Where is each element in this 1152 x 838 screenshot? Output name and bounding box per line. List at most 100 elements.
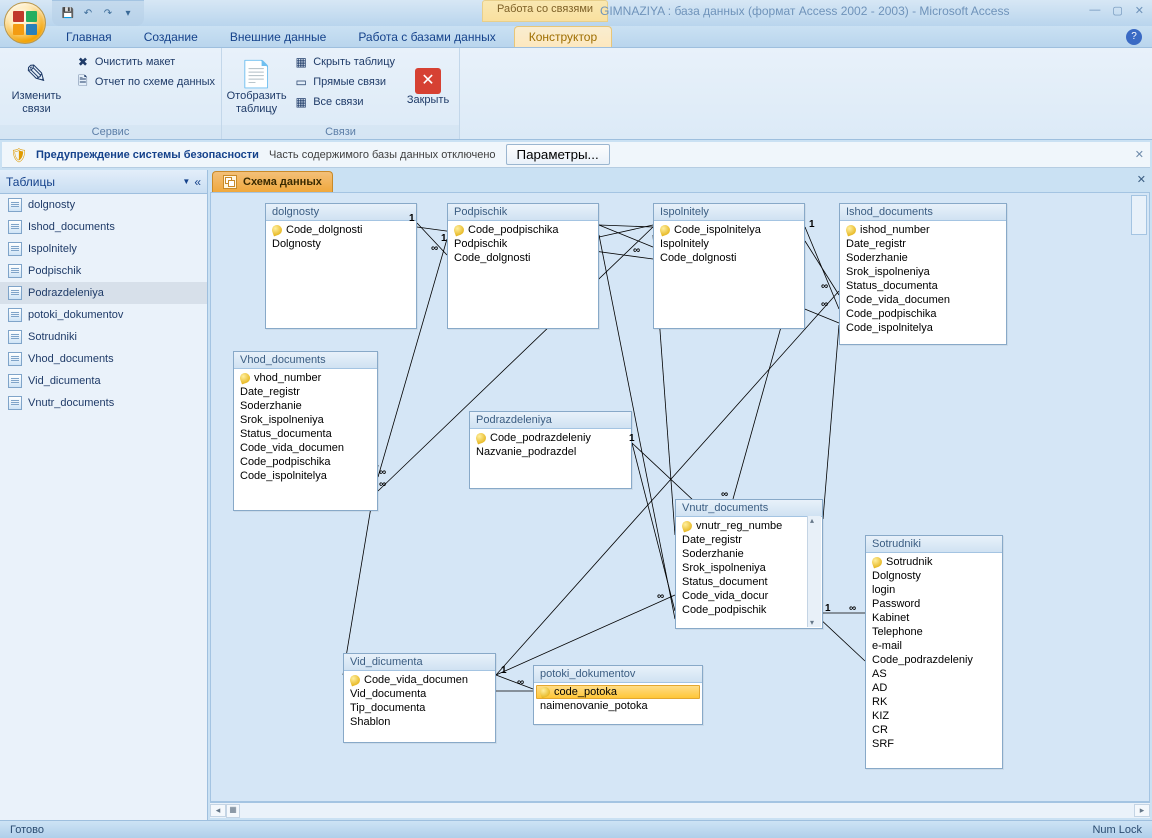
- table-field[interactable]: ishod_number: [842, 223, 1004, 237]
- table-field[interactable]: Status_document: [678, 575, 820, 589]
- table-field[interactable]: Code_podpischik: [678, 603, 820, 617]
- table-field[interactable]: CR: [868, 723, 1000, 737]
- table-field[interactable]: KIZ: [868, 709, 1000, 723]
- table-title[interactable]: Ishod_documents: [840, 204, 1006, 221]
- table-field[interactable]: AD: [868, 681, 1000, 695]
- table-field[interactable]: Soderzhanie: [842, 251, 1004, 265]
- nav-table-item[interactable]: Vid_dicumenta: [0, 370, 207, 392]
- table-field[interactable]: Code_vida_docur: [678, 589, 820, 603]
- table-field[interactable]: login: [868, 583, 1000, 597]
- table-field[interactable]: Dolgnosty: [868, 569, 1000, 583]
- table-field[interactable]: Date_registr: [678, 533, 820, 547]
- table-field[interactable]: SRF: [868, 737, 1000, 751]
- table-title[interactable]: Sotrudniki: [866, 536, 1002, 553]
- table-field[interactable]: code_potoka: [536, 685, 700, 699]
- table-title[interactable]: Podpischik: [448, 204, 598, 221]
- nav-table-item[interactable]: dolgnosty: [0, 194, 207, 216]
- nav-table-item[interactable]: Vhod_documents: [0, 348, 207, 370]
- table-field[interactable]: Code_dolgnosti: [268, 223, 414, 237]
- ribbon-tab-4[interactable]: Конструктор: [514, 26, 612, 47]
- hide-table-button[interactable]: ▦ Скрыть таблицу: [293, 54, 395, 70]
- office-button[interactable]: [4, 2, 46, 44]
- table-dolgnosty[interactable]: dolgnosty Code_dolgnostiDolgnosty: [265, 203, 417, 329]
- table-field[interactable]: Podpischik: [450, 237, 596, 251]
- show-table-button[interactable]: 📄 Отобразить таблицу: [224, 50, 289, 123]
- table-field[interactable]: Password: [868, 597, 1000, 611]
- table-field[interactable]: Soderzhanie: [678, 547, 820, 561]
- table-Vhod_documents[interactable]: Vhod_documents vhod_numberDate_registrSod…: [233, 351, 378, 511]
- table-field[interactable]: Nazvanie_podrazdel: [472, 445, 629, 459]
- table-field[interactable]: Code_podrazdeleniy: [472, 431, 629, 445]
- nav-dropdown-icon[interactable]: ▼: [182, 177, 190, 186]
- qat-save-icon[interactable]: 💾: [60, 6, 76, 22]
- table-field[interactable]: Srok_ispolneniya: [678, 561, 820, 575]
- table-field[interactable]: vnutr_reg_numbe: [678, 519, 820, 533]
- edit-relations-button[interactable]: ✎ Изменить связи: [2, 50, 71, 123]
- table-field[interactable]: Code_ispolnitelya: [236, 469, 375, 483]
- nav-table-item[interactable]: Podpischik: [0, 260, 207, 282]
- ribbon-tab-0[interactable]: Главная: [52, 27, 126, 47]
- table-title[interactable]: Podrazdeleniya: [470, 412, 631, 429]
- table-field[interactable]: Shablon: [346, 715, 493, 729]
- table-field[interactable]: Status_documenta: [842, 279, 1004, 293]
- table-field[interactable]: Date_registr: [236, 385, 375, 399]
- help-icon[interactable]: ?: [1126, 29, 1142, 45]
- table-Ispolnitely[interactable]: IspolnitelyCode_ispolnitelyaIspolnitelyC…: [653, 203, 805, 329]
- table-title[interactable]: Vid_dicumenta: [344, 654, 495, 671]
- table-field[interactable]: Status_documenta: [236, 427, 375, 441]
- table-field[interactable]: Vid_documenta: [346, 687, 493, 701]
- table-field[interactable]: Srok_ispolneniya: [842, 265, 1004, 279]
- relations-report-button[interactable]: 🗎 Отчет по схеме данных: [75, 74, 215, 90]
- table-title[interactable]: dolgnosty: [266, 204, 416, 221]
- table-field[interactable]: Ispolnitely: [656, 237, 802, 251]
- close-button[interactable]: ✕: [1133, 4, 1146, 17]
- table-field[interactable]: Date_registr: [842, 237, 1004, 251]
- nav-collapse-icon[interactable]: «: [194, 175, 201, 189]
- table-field[interactable]: Code_podrazdeleniy: [868, 653, 1000, 667]
- table-field[interactable]: Code_podpischika: [842, 307, 1004, 321]
- qat-customize-icon[interactable]: ▾: [120, 6, 136, 22]
- ribbon-tab-2[interactable]: Внешние данные: [216, 27, 341, 47]
- table-field[interactable]: Sotrudnik: [868, 555, 1000, 569]
- table-field[interactable]: Tip_documenta: [346, 701, 493, 715]
- all-relations-button[interactable]: ▦ Все связи: [293, 94, 395, 110]
- nav-header[interactable]: Таблицы ▼ «: [0, 170, 207, 194]
- canvas-tab-close-icon[interactable]: ✕: [1137, 173, 1146, 186]
- table-field[interactable]: vhod_number: [236, 371, 375, 385]
- table-field[interactable]: Code_podpischika: [236, 455, 375, 469]
- vertical-scrollbar[interactable]: [1131, 195, 1147, 235]
- nav-table-item[interactable]: Ispolnitely: [0, 238, 207, 260]
- table-field[interactable]: naimenovanie_potoka: [536, 699, 700, 713]
- table-field[interactable]: RK: [868, 695, 1000, 709]
- security-close-icon[interactable]: ✕: [1135, 148, 1144, 161]
- nav-table-item[interactable]: potoki_dokumentov: [0, 304, 207, 326]
- table-field[interactable]: Code_vida_documen: [842, 293, 1004, 307]
- table-field[interactable]: Code_dolgnosti: [450, 251, 596, 265]
- table-Vid_dicumenta[interactable]: Vid_dicumenta Code_vida_documenVid_docume…: [343, 653, 496, 743]
- table-title[interactable]: potoki_dokumentov: [534, 666, 702, 683]
- table-field[interactable]: Dolgnosty: [268, 237, 414, 251]
- table-Podpischik[interactable]: PodpischikCode_podpischikaPodpischikCode…: [447, 203, 599, 329]
- table-field[interactable]: e-mail: [868, 639, 1000, 653]
- direct-relations-button[interactable]: ▭ Прямые связи: [293, 74, 395, 90]
- table-potoki_dokumentov[interactable]: potoki_dokumentov code_potokanaimenovanie…: [533, 665, 703, 725]
- qat-undo-icon[interactable]: ↶: [80, 6, 96, 22]
- table-title[interactable]: Vnutr_documents: [676, 500, 822, 517]
- table-field[interactable]: Srok_ispolneniya: [236, 413, 375, 427]
- nav-table-item[interactable]: Vnutr_documents: [0, 392, 207, 414]
- nav-table-item[interactable]: Podrazdeleniya: [0, 282, 207, 304]
- table-field[interactable]: Code_ispolnitelya: [842, 321, 1004, 335]
- table-field[interactable]: AS: [868, 667, 1000, 681]
- table-field[interactable]: Soderzhanie: [236, 399, 375, 413]
- table-field[interactable]: Code_podpischika: [450, 223, 596, 237]
- table-field[interactable]: Code_vida_documen: [236, 441, 375, 455]
- clear-layout-button[interactable]: ✖ Очистить макет: [75, 54, 215, 70]
- close-button-ribbon[interactable]: ✕ Закрыть: [399, 50, 457, 123]
- table-field[interactable]: Kabinet: [868, 611, 1000, 625]
- table-title[interactable]: Vhod_documents: [234, 352, 377, 369]
- table-field[interactable]: Code_dolgnosti: [656, 251, 802, 265]
- canvas-tab-schema[interactable]: Схема данных: [212, 171, 333, 192]
- table-field[interactable]: Code_vida_documen: [346, 673, 493, 687]
- table-Podrazdeleniya[interactable]: Podrazdeleniya Code_podrazdeleniyNazvanie…: [469, 411, 632, 489]
- nav-table-item[interactable]: Ishod_documents: [0, 216, 207, 238]
